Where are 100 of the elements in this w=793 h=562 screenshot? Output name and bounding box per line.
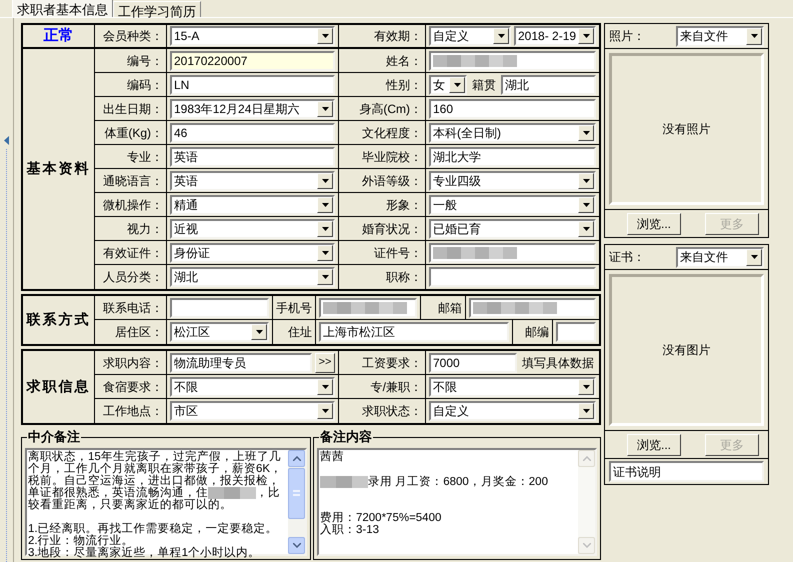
- dropdown[interactable]: 来自文件: [676, 246, 764, 268]
- caret-icon: [317, 172, 333, 188]
- caret-icon: [746, 248, 762, 266]
- dropdown[interactable]: 女: [429, 74, 467, 94]
- dropdown[interactable]: 15-A: [170, 26, 335, 46]
- text-field[interactable]: 证书说明: [609, 461, 764, 482]
- caret-icon: [578, 28, 594, 44]
- text-field[interactable]: 湖北大学: [429, 146, 596, 166]
- field-label: 毕业院校：: [362, 148, 422, 166]
- caret-icon: [317, 378, 333, 394]
- field-label: 有效期：: [374, 28, 422, 45]
- text-field[interactable]: [429, 50, 596, 70]
- dropdown[interactable]: 来自文件: [676, 26, 764, 46]
- text-field[interactable]: [556, 322, 596, 342]
- dropdown[interactable]: 湖北: [170, 267, 335, 287]
- panel-button[interactable]: 浏览...: [627, 434, 681, 456]
- caret-icon: [578, 172, 594, 188]
- text-field[interactable]: [170, 298, 269, 318]
- text-field[interactable]: [429, 267, 596, 287]
- field-label: 专业：: [127, 148, 163, 166]
- field-label: 微机操作：: [103, 196, 163, 214]
- dropdown[interactable]: 市区: [170, 401, 335, 421]
- field-label: 会员种类：: [103, 28, 163, 45]
- text-field[interactable]: [319, 298, 417, 318]
- field-label: 证件号：: [374, 244, 422, 262]
- field-label: 工资要求：: [362, 354, 422, 372]
- scroll-thumb[interactable]: [288, 468, 305, 519]
- field-label: 性别：: [386, 76, 422, 94]
- text-field[interactable]: 46: [170, 122, 335, 142]
- dropdown[interactable]: 身份证: [170, 242, 335, 262]
- tab[interactable]: 工作学习简历: [113, 1, 201, 17]
- dropdown[interactable]: 不限: [170, 376, 335, 396]
- field-label: 联系电话：: [103, 300, 163, 316]
- dropdown[interactable]: 近视: [170, 218, 335, 238]
- field-label: 照片：: [609, 28, 645, 45]
- status-text: 正常: [44, 26, 74, 46]
- dropdown[interactable]: 自定义: [429, 26, 511, 46]
- dropdown[interactable]: 专业四级: [429, 170, 596, 190]
- panel-button[interactable]: 浏览...: [627, 212, 681, 234]
- field-label: 人员分类：: [103, 269, 163, 286]
- notes-textarea[interactable]: 茜茜 录用 月工资：6800，月奖金：200 费用：7200*75%=5400 入职：3-13: [317, 448, 597, 556]
- field-label: 求职内容：: [103, 354, 163, 372]
- text-field[interactable]: [469, 298, 596, 318]
- field-label: 编码：: [127, 76, 163, 94]
- text-field[interactable]: 英语: [170, 146, 335, 166]
- dropdown[interactable]: 2018- 2-19: [514, 26, 596, 46]
- caret-icon: [251, 324, 267, 340]
- text-field[interactable]: 160: [429, 98, 596, 118]
- section-title: 联系方式: [26, 310, 90, 330]
- more-button[interactable]: >>: [315, 352, 335, 372]
- dropdown[interactable]: 本科(全日制): [429, 122, 596, 142]
- field-label: 编号：: [127, 52, 163, 70]
- section-title: 基本资料: [26, 160, 90, 178]
- dropdown[interactable]: 自定义: [429, 401, 596, 421]
- section-title: 求职信息: [26, 378, 90, 396]
- text-field[interactable]: 20170220007: [170, 50, 335, 70]
- field-label: 专/兼职：: [370, 378, 422, 396]
- dropdown[interactable]: 不限: [429, 376, 596, 396]
- caret-icon: [317, 28, 333, 44]
- field-label: 外语等级：: [362, 172, 422, 190]
- field-label: 职称：: [386, 269, 422, 286]
- text-field[interactable]: 7000: [429, 352, 517, 372]
- field-label: 邮箱: [438, 300, 462, 316]
- field-label: 食宿要求：: [103, 378, 163, 396]
- text-field[interactable]: [429, 242, 596, 262]
- field-label: 文化程度：: [362, 124, 422, 142]
- dropdown[interactable]: 已婚已育: [429, 218, 596, 238]
- field-label: 姓名：: [386, 52, 422, 70]
- field-caption: 填写具体数据: [521, 354, 595, 372]
- empty-image-text: 没有图片: [662, 342, 710, 359]
- note-line: 1.已经离职。再找工作需要稳定，一定要稳定。: [28, 522, 279, 535]
- dropdown[interactable]: 松江区: [170, 322, 269, 342]
- field-label: 居住区：: [115, 324, 163, 341]
- text-field[interactable]: 上海市松江区: [319, 322, 509, 342]
- note-line: 入职：3-13: [320, 524, 380, 536]
- text-field[interactable]: 物流助理专员: [170, 352, 312, 372]
- caret-icon: [578, 220, 594, 236]
- group-title: 中介备注: [27, 428, 81, 447]
- dropdown[interactable]: 精通: [170, 194, 335, 214]
- dropdown[interactable]: 英语: [170, 170, 335, 190]
- field-label: 视力：: [127, 220, 163, 238]
- notes-textarea[interactable]: 离职状态，15年生完孩子，过完产假，上班了几个月，工作几个月就离职在家带孩子，薪资6K，税前。自己空运海运，进出口都做，报关报检，单证都很熟悉，英语流畅沟通，住 ，比较看重距离，只要离家近的都可以的。 1.已经离职。再找工作需要稳定，一定要稳定。 2.行业：物流行业。 3.地段：尽量离家近些，单程1个小时以内。: [25, 448, 307, 556]
- field-label: 证书：: [609, 249, 645, 266]
- scrollbar[interactable]: [288, 450, 305, 554]
- empty-image-text: 没有照片: [662, 121, 710, 138]
- caret-icon: [317, 196, 333, 212]
- text-field[interactable]: LN: [170, 74, 335, 94]
- field-label: 有效证件：: [103, 244, 163, 262]
- field-label: 形象：: [386, 196, 422, 214]
- note-line: 2.行业：物流行业。: [28, 534, 134, 547]
- field-label: 体重(Kg)：: [104, 124, 163, 142]
- caret-icon: [317, 220, 333, 236]
- scrollbar[interactable]: [578, 450, 595, 554]
- field-label: 出生日期：: [103, 100, 163, 118]
- text-field[interactable]: 湖北: [501, 74, 596, 94]
- field-label: 求职状态：: [362, 403, 422, 420]
- tab[interactable]: 求职者基本信息: [12, 0, 113, 17]
- dropdown[interactable]: 1983年12月24日星期六: [170, 98, 335, 118]
- dropdown[interactable]: 一般: [429, 194, 596, 214]
- caret-icon: [493, 28, 509, 44]
